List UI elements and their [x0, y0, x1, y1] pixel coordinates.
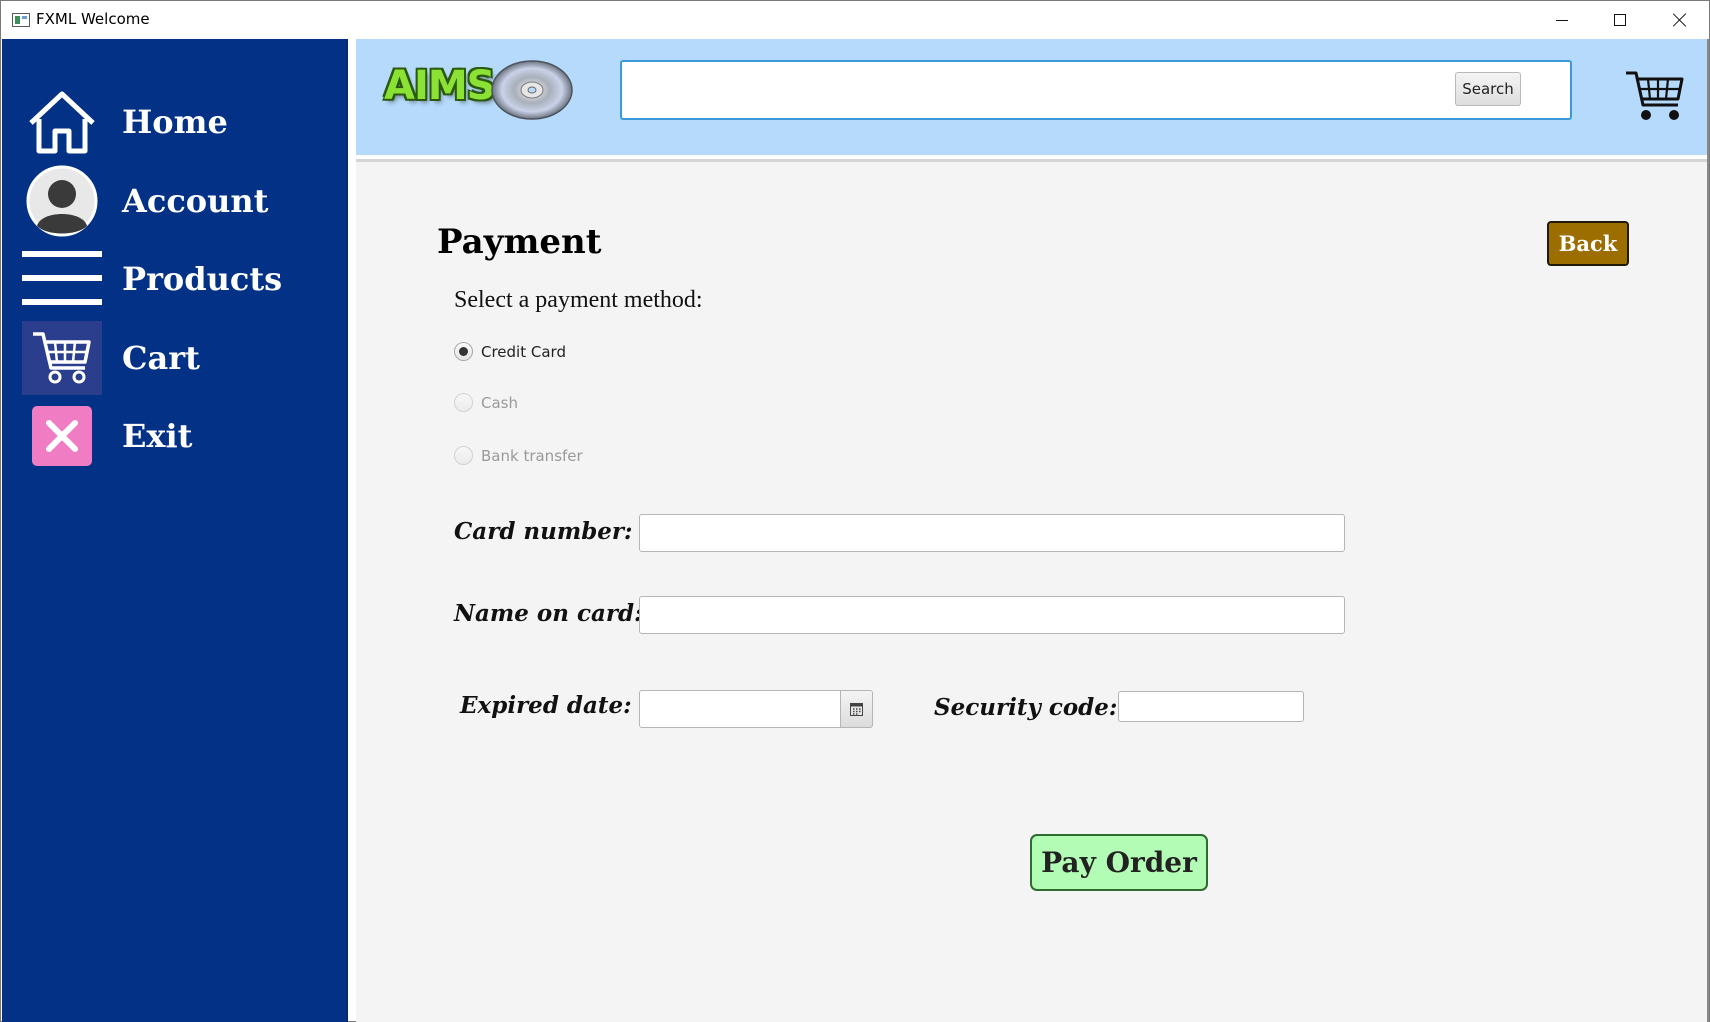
close-icon: [1673, 13, 1687, 27]
radio-bank-transfer[interactable]: Bank transfer: [454, 446, 583, 465]
name-on-card-field[interactable]: [639, 596, 1345, 634]
radio-cash[interactable]: Cash: [454, 393, 518, 412]
radio-label: Cash: [481, 393, 518, 412]
payment-method-label: Select a payment method:: [454, 287, 703, 313]
sidebar-item-label: Cart: [122, 339, 200, 377]
app-icon: [12, 13, 30, 27]
minimize-button[interactable]: [1533, 1, 1591, 39]
close-icon: [32, 406, 92, 466]
header-bar: AIMS Search: [356, 39, 1709, 155]
radio-indicator: [454, 342, 473, 361]
app-window: FXML Welcome Home Account Products Cart …: [0, 0, 1710, 1022]
window-edge: [1707, 39, 1709, 1022]
security-code-label: Security code:: [934, 694, 1118, 721]
close-window-button[interactable]: [1651, 1, 1709, 39]
cart-icon[interactable]: [1624, 69, 1686, 123]
expired-date-label: Expired date:: [460, 692, 632, 719]
sidebar-item-account[interactable]: Account: [22, 164, 342, 238]
search-box: Search: [620, 60, 1572, 120]
payment-panel: Payment Back Select a payment method: Cr…: [356, 162, 1709, 1022]
menu-icon: [22, 242, 102, 316]
sidebar-item-home[interactable]: Home: [22, 85, 342, 159]
radio-label: Credit Card: [481, 342, 566, 361]
sidebar-item-label: Account: [122, 182, 269, 220]
page-title: Payment: [437, 222, 602, 262]
exit-icon-wrap: [22, 399, 102, 473]
disc-icon: [491, 59, 573, 121]
sidebar-item-exit[interactable]: Exit: [22, 399, 342, 473]
search-button[interactable]: Search: [1455, 72, 1521, 106]
sidebar-item-products[interactable]: Products: [22, 242, 342, 316]
expired-date-field[interactable]: [639, 690, 841, 728]
sidebar-item-cart[interactable]: Cart: [22, 321, 342, 395]
radio-credit-card[interactable]: Credit Card: [454, 342, 566, 361]
search-input[interactable]: [628, 68, 1428, 112]
radio-label: Bank transfer: [481, 446, 583, 465]
sidebar-item-label: Home: [122, 103, 228, 141]
user-icon: [22, 164, 102, 238]
minimize-icon: [1556, 19, 1568, 21]
pay-order-button[interactable]: Pay Order: [1030, 834, 1208, 891]
calendar-icon: [850, 702, 863, 716]
security-code-field[interactable]: [1118, 691, 1304, 722]
maximize-button[interactable]: [1591, 1, 1649, 39]
sidebar: Home Account Products Cart Exit: [2, 39, 348, 1022]
logo: AIMS: [384, 63, 495, 109]
window-title: FXML Welcome: [36, 10, 150, 28]
date-picker-button[interactable]: [841, 690, 873, 728]
radio-indicator: [454, 393, 473, 412]
maximize-icon: [1614, 14, 1626, 26]
back-button[interactable]: Back: [1547, 221, 1629, 266]
sidebar-item-label: Products: [122, 260, 283, 298]
sidebar-item-label: Exit: [122, 417, 193, 455]
cart-icon: [22, 321, 102, 395]
home-icon: [22, 85, 102, 159]
title-bar: FXML Welcome: [1, 1, 1709, 39]
name-on-card-label: Name on card:: [454, 600, 643, 627]
card-number-field[interactable]: [639, 514, 1345, 552]
radio-indicator: [454, 446, 473, 465]
card-number-label: Card number:: [454, 518, 633, 545]
